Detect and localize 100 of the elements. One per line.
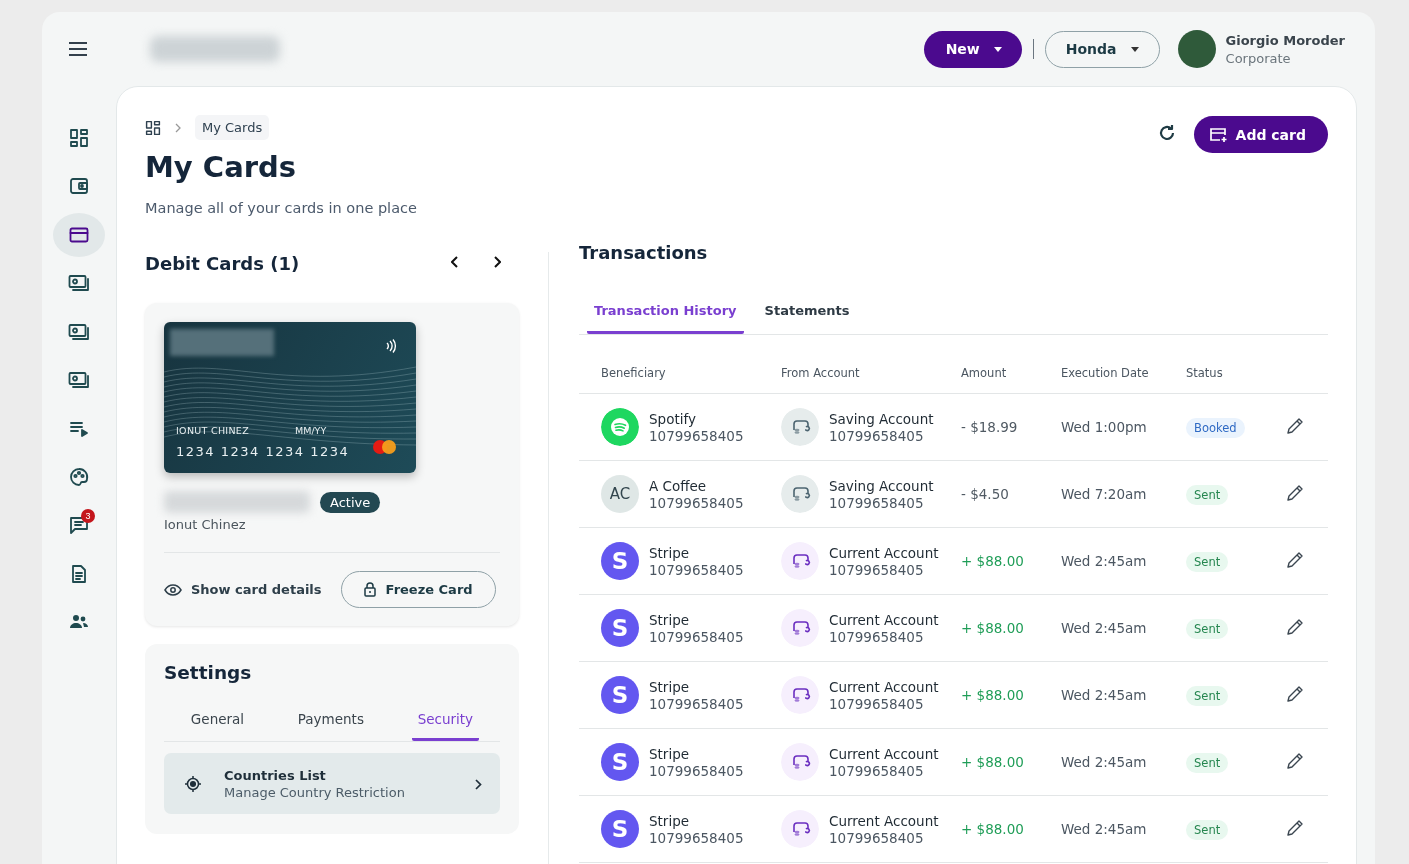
account-number: 10799658405	[829, 561, 925, 578]
execution-date: Wed 7:20am	[1061, 486, 1147, 502]
beneficiary-name: Stripe	[649, 812, 691, 829]
account-name: Current Account	[829, 678, 939, 695]
dashboard-icon	[69, 128, 89, 148]
card-plus-icon	[1209, 127, 1227, 142]
transactions-tab[interactable]: Transaction History	[587, 299, 744, 334]
transactions-tab[interactable]: Statements	[757, 299, 857, 334]
sidebar-item[interactable]: 3	[53, 503, 105, 548]
status-badge: Active	[320, 491, 381, 513]
beneficiary-name: Stripe	[649, 678, 691, 695]
settings-tab[interactable]: General	[184, 707, 251, 741]
execution-date: Wed 2:45am	[1061, 687, 1147, 703]
cash-icon	[68, 369, 90, 390]
account-number: 10799658405	[649, 561, 744, 578]
execution-date: Wed 2:45am	[1061, 821, 1147, 837]
menu-icon	[69, 42, 87, 56]
account-number: 10799658405	[649, 762, 744, 779]
settings-tab[interactable]: Security	[411, 707, 480, 741]
debit-card[interactable]: IONUT CHINEZ MM/YY 1234 1234 1234 1234	[164, 322, 416, 473]
letter-logo: S	[601, 676, 639, 714]
chevron-left-icon	[451, 256, 459, 268]
section-title: Debit Cards (1)	[145, 253, 300, 274]
new-button[interactable]: New	[923, 30, 1022, 68]
chat-icon	[69, 515, 89, 536]
lock-icon	[363, 582, 376, 597]
status-badge: Booked	[1186, 418, 1245, 438]
settings-tab[interactable]: Payments	[291, 707, 370, 741]
page-title: My Cards	[145, 150, 298, 184]
account-number: 10799658405	[649, 494, 744, 511]
dashboard-icon	[145, 119, 161, 136]
status-badge: Sent	[1186, 552, 1229, 572]
avatar[interactable]	[1177, 30, 1216, 68]
page-subtitle: Manage all of your cards in one place	[145, 200, 417, 216]
account-number: 10799658405	[649, 628, 744, 645]
palette-icon	[69, 466, 89, 487]
chevron-right-icon	[493, 256, 501, 268]
chevron-right-icon	[175, 122, 181, 133]
column-header: Execution Date	[1061, 360, 1186, 394]
account-number: 10799658405	[829, 427, 925, 444]
letter-logo: S	[601, 743, 639, 781]
beneficiary-name: A Coffee	[649, 477, 708, 494]
account-number: 10799658405	[829, 829, 925, 846]
account-name: Current Account	[829, 745, 939, 762]
cash-icon	[68, 321, 90, 342]
add-card-button[interactable]: Add card	[1193, 116, 1328, 153]
caret-icon	[993, 46, 1002, 52]
card-network-icon	[372, 439, 398, 455]
amount: + $88.00	[961, 821, 1024, 837]
section-title: Transactions	[579, 242, 709, 263]
execution-date: Wed 1:00pm	[1061, 419, 1147, 435]
letter-logo: S	[601, 810, 639, 848]
account-name: Current Account	[829, 611, 939, 628]
user-name: Giorgio Moroder	[1225, 32, 1345, 48]
status-badge: Sent	[1186, 485, 1229, 505]
beneficiary-name: Stripe	[649, 544, 691, 561]
amount: + $88.00	[961, 620, 1024, 636]
account-number: 10799658405	[649, 427, 744, 444]
amount: + $88.00	[961, 687, 1024, 703]
card-number: 1234 1234 1234 1234	[176, 444, 350, 459]
caret-icon	[1130, 46, 1139, 52]
card-owner: Ionut Chinez	[164, 517, 247, 532]
account-name: Saving Account	[829, 477, 934, 494]
wallet-icon	[69, 176, 89, 197]
status-badge: Sent	[1186, 820, 1229, 840]
pencil-icon	[1286, 751, 1304, 770]
account-name: Current Account	[829, 812, 939, 829]
amount: - $18.99	[961, 419, 1018, 435]
pencil-icon	[1286, 416, 1304, 435]
document-icon	[69, 563, 89, 584]
target-icon	[184, 775, 202, 793]
pencil-icon	[1286, 550, 1304, 569]
column-header: Amount	[961, 360, 1061, 394]
account-name: Current Account	[829, 544, 939, 561]
music-logo-icon	[601, 408, 639, 446]
account-number: 10799658405	[649, 829, 744, 846]
account-name: Saving Account	[829, 410, 934, 427]
show-details-link[interactable]: Show card details	[164, 582, 322, 597]
execution-date: Wed 2:45am	[1061, 620, 1147, 636]
status-badge: Sent	[1186, 753, 1229, 773]
account-number: 10799658405	[829, 494, 925, 511]
beneficiary-name: Spotify	[649, 410, 697, 427]
account-number: 10799658405	[649, 695, 744, 712]
breadcrumb-link[interactable]: My Cards	[195, 115, 270, 140]
settings-item[interactable]: Countries List Manage Country Restriction	[164, 753, 500, 814]
notification-badge: 3	[81, 509, 95, 524]
card-expiry: MM/YY	[295, 425, 327, 436]
pencil-icon	[1286, 818, 1304, 837]
account-number: 10799658405	[829, 628, 925, 645]
letter-logo: S	[601, 542, 639, 580]
pencil-icon	[1286, 684, 1304, 703]
column-header: From Account	[781, 360, 961, 394]
letter-logo: S	[601, 609, 639, 647]
amount: + $88.00	[961, 754, 1024, 770]
initials-avatar: AC	[601, 475, 639, 513]
pencil-icon	[1286, 483, 1304, 502]
status-badge: Sent	[1186, 686, 1229, 706]
column-header: Beneficiary	[579, 360, 781, 394]
beneficiary-name: Stripe	[649, 745, 691, 762]
execution-date: Wed 2:45am	[1061, 553, 1147, 569]
